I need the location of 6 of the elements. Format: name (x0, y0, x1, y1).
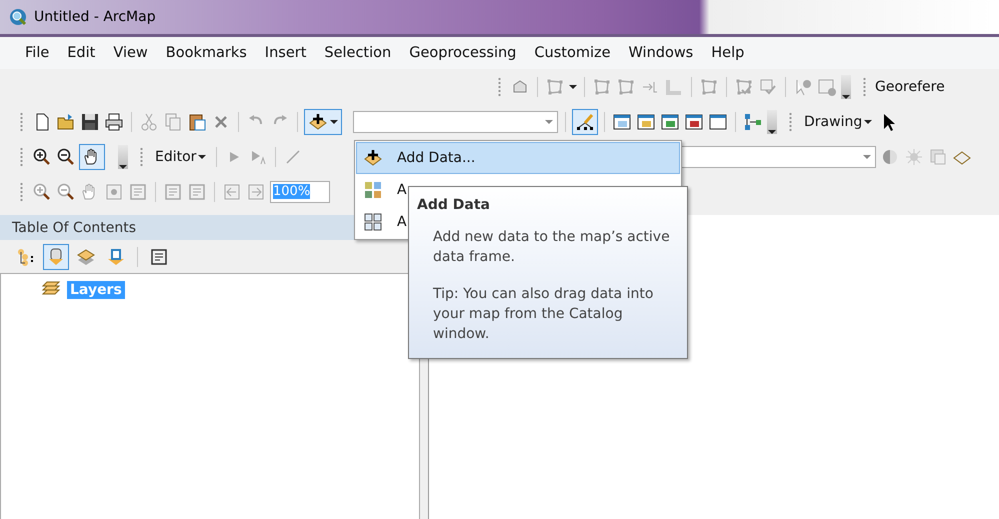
tooltip-text: Add new data to the map’s active data frame. (433, 228, 671, 268)
toolbar-title: Georefere (875, 78, 945, 94)
tooltip-title: Add Data (417, 197, 491, 213)
tooltip-text: Tip: You can also drag data into your map from the Catalog window. (433, 284, 654, 344)
window-title: Untitled - ArcMap (34, 9, 156, 25)
panel-title: Table Of Contents (12, 220, 136, 236)
